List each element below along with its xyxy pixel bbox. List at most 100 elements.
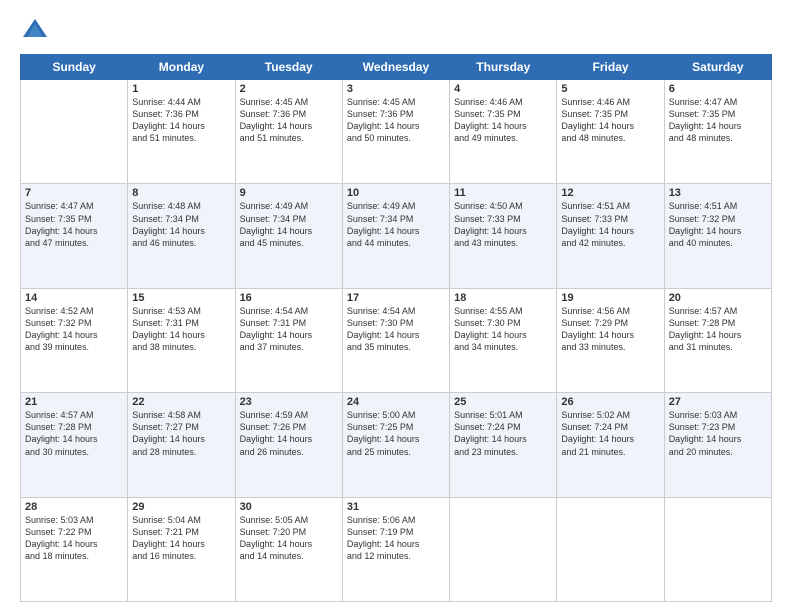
calendar-cell: 25Sunrise: 5:01 AM Sunset: 7:24 PM Dayli… [450, 393, 557, 497]
day-number: 6 [669, 83, 767, 95]
day-number: 17 [347, 292, 445, 304]
calendar-cell: 11Sunrise: 4:50 AM Sunset: 7:33 PM Dayli… [450, 184, 557, 288]
calendar-cell: 1Sunrise: 4:44 AM Sunset: 7:36 PM Daylig… [128, 80, 235, 184]
calendar-cell: 17Sunrise: 4:54 AM Sunset: 7:30 PM Dayli… [342, 288, 449, 392]
day-number: 16 [240, 292, 338, 304]
calendar-cell: 6Sunrise: 4:47 AM Sunset: 7:35 PM Daylig… [664, 80, 771, 184]
calendar-cell [557, 497, 664, 601]
calendar-week-4: 21Sunrise: 4:57 AM Sunset: 7:28 PM Dayli… [21, 393, 772, 497]
day-number: 26 [561, 396, 659, 408]
day-number: 9 [240, 187, 338, 199]
logo-icon [20, 16, 50, 46]
day-number: 21 [25, 396, 123, 408]
day-info: Sunrise: 4:51 AM Sunset: 7:33 PM Dayligh… [561, 200, 659, 249]
day-number: 14 [25, 292, 123, 304]
day-number: 11 [454, 187, 552, 199]
calendar-cell: 16Sunrise: 4:54 AM Sunset: 7:31 PM Dayli… [235, 288, 342, 392]
calendar-header-thursday: Thursday [450, 55, 557, 80]
calendar-cell: 19Sunrise: 4:56 AM Sunset: 7:29 PM Dayli… [557, 288, 664, 392]
calendar-header-row: SundayMondayTuesdayWednesdayThursdayFrid… [21, 55, 772, 80]
calendar-cell: 27Sunrise: 5:03 AM Sunset: 7:23 PM Dayli… [664, 393, 771, 497]
day-number: 29 [132, 501, 230, 513]
day-info: Sunrise: 5:03 AM Sunset: 7:23 PM Dayligh… [669, 409, 767, 458]
day-number: 28 [25, 501, 123, 513]
calendar-cell: 10Sunrise: 4:49 AM Sunset: 7:34 PM Dayli… [342, 184, 449, 288]
calendar-cell [450, 497, 557, 601]
header [20, 16, 772, 46]
day-info: Sunrise: 4:59 AM Sunset: 7:26 PM Dayligh… [240, 409, 338, 458]
day-info: Sunrise: 4:52 AM Sunset: 7:32 PM Dayligh… [25, 305, 123, 354]
day-number: 25 [454, 396, 552, 408]
day-info: Sunrise: 4:46 AM Sunset: 7:35 PM Dayligh… [454, 96, 552, 145]
day-number: 1 [132, 83, 230, 95]
day-number: 3 [347, 83, 445, 95]
calendar-cell: 2Sunrise: 4:45 AM Sunset: 7:36 PM Daylig… [235, 80, 342, 184]
calendar-cell: 29Sunrise: 5:04 AM Sunset: 7:21 PM Dayli… [128, 497, 235, 601]
day-info: Sunrise: 4:46 AM Sunset: 7:35 PM Dayligh… [561, 96, 659, 145]
calendar-cell: 31Sunrise: 5:06 AM Sunset: 7:19 PM Dayli… [342, 497, 449, 601]
day-number: 19 [561, 292, 659, 304]
calendar-week-1: 1Sunrise: 4:44 AM Sunset: 7:36 PM Daylig… [21, 80, 772, 184]
calendar-cell: 14Sunrise: 4:52 AM Sunset: 7:32 PM Dayli… [21, 288, 128, 392]
calendar-cell: 4Sunrise: 4:46 AM Sunset: 7:35 PM Daylig… [450, 80, 557, 184]
calendar-cell: 22Sunrise: 4:58 AM Sunset: 7:27 PM Dayli… [128, 393, 235, 497]
day-number: 5 [561, 83, 659, 95]
day-number: 10 [347, 187, 445, 199]
calendar-cell: 15Sunrise: 4:53 AM Sunset: 7:31 PM Dayli… [128, 288, 235, 392]
calendar-cell [21, 80, 128, 184]
day-info: Sunrise: 4:50 AM Sunset: 7:33 PM Dayligh… [454, 200, 552, 249]
day-number: 2 [240, 83, 338, 95]
day-number: 7 [25, 187, 123, 199]
day-number: 23 [240, 396, 338, 408]
calendar-header-friday: Friday [557, 55, 664, 80]
day-info: Sunrise: 5:01 AM Sunset: 7:24 PM Dayligh… [454, 409, 552, 458]
calendar-week-3: 14Sunrise: 4:52 AM Sunset: 7:32 PM Dayli… [21, 288, 772, 392]
day-info: Sunrise: 4:55 AM Sunset: 7:30 PM Dayligh… [454, 305, 552, 354]
day-info: Sunrise: 4:45 AM Sunset: 7:36 PM Dayligh… [240, 96, 338, 145]
day-info: Sunrise: 4:57 AM Sunset: 7:28 PM Dayligh… [669, 305, 767, 354]
day-number: 24 [347, 396, 445, 408]
day-info: Sunrise: 4:49 AM Sunset: 7:34 PM Dayligh… [347, 200, 445, 249]
day-info: Sunrise: 4:56 AM Sunset: 7:29 PM Dayligh… [561, 305, 659, 354]
day-info: Sunrise: 4:48 AM Sunset: 7:34 PM Dayligh… [132, 200, 230, 249]
calendar-cell: 18Sunrise: 4:55 AM Sunset: 7:30 PM Dayli… [450, 288, 557, 392]
day-number: 20 [669, 292, 767, 304]
day-number: 27 [669, 396, 767, 408]
logo [20, 16, 54, 46]
day-info: Sunrise: 4:54 AM Sunset: 7:30 PM Dayligh… [347, 305, 445, 354]
day-info: Sunrise: 4:57 AM Sunset: 7:28 PM Dayligh… [25, 409, 123, 458]
day-number: 15 [132, 292, 230, 304]
calendar-cell: 8Sunrise: 4:48 AM Sunset: 7:34 PM Daylig… [128, 184, 235, 288]
day-number: 4 [454, 83, 552, 95]
day-info: Sunrise: 5:03 AM Sunset: 7:22 PM Dayligh… [25, 514, 123, 563]
day-info: Sunrise: 4:45 AM Sunset: 7:36 PM Dayligh… [347, 96, 445, 145]
day-number: 12 [561, 187, 659, 199]
calendar-cell: 20Sunrise: 4:57 AM Sunset: 7:28 PM Dayli… [664, 288, 771, 392]
page: SundayMondayTuesdayWednesdayThursdayFrid… [0, 0, 792, 612]
calendar-header-saturday: Saturday [664, 55, 771, 80]
day-number: 31 [347, 501, 445, 513]
day-info: Sunrise: 5:00 AM Sunset: 7:25 PM Dayligh… [347, 409, 445, 458]
day-info: Sunrise: 4:49 AM Sunset: 7:34 PM Dayligh… [240, 200, 338, 249]
day-info: Sunrise: 4:47 AM Sunset: 7:35 PM Dayligh… [25, 200, 123, 249]
calendar-week-2: 7Sunrise: 4:47 AM Sunset: 7:35 PM Daylig… [21, 184, 772, 288]
calendar-cell: 3Sunrise: 4:45 AM Sunset: 7:36 PM Daylig… [342, 80, 449, 184]
day-info: Sunrise: 4:54 AM Sunset: 7:31 PM Dayligh… [240, 305, 338, 354]
day-number: 22 [132, 396, 230, 408]
calendar-header-sunday: Sunday [21, 55, 128, 80]
calendar-cell: 5Sunrise: 4:46 AM Sunset: 7:35 PM Daylig… [557, 80, 664, 184]
day-info: Sunrise: 4:47 AM Sunset: 7:35 PM Dayligh… [669, 96, 767, 145]
day-info: Sunrise: 5:04 AM Sunset: 7:21 PM Dayligh… [132, 514, 230, 563]
calendar-cell: 13Sunrise: 4:51 AM Sunset: 7:32 PM Dayli… [664, 184, 771, 288]
calendar-cell: 21Sunrise: 4:57 AM Sunset: 7:28 PM Dayli… [21, 393, 128, 497]
calendar-week-5: 28Sunrise: 5:03 AM Sunset: 7:22 PM Dayli… [21, 497, 772, 601]
day-number: 18 [454, 292, 552, 304]
calendar-header-monday: Monday [128, 55, 235, 80]
day-number: 13 [669, 187, 767, 199]
day-info: Sunrise: 5:06 AM Sunset: 7:19 PM Dayligh… [347, 514, 445, 563]
day-info: Sunrise: 4:58 AM Sunset: 7:27 PM Dayligh… [132, 409, 230, 458]
day-info: Sunrise: 5:05 AM Sunset: 7:20 PM Dayligh… [240, 514, 338, 563]
calendar-cell: 7Sunrise: 4:47 AM Sunset: 7:35 PM Daylig… [21, 184, 128, 288]
calendar-cell [664, 497, 771, 601]
calendar-cell: 24Sunrise: 5:00 AM Sunset: 7:25 PM Dayli… [342, 393, 449, 497]
